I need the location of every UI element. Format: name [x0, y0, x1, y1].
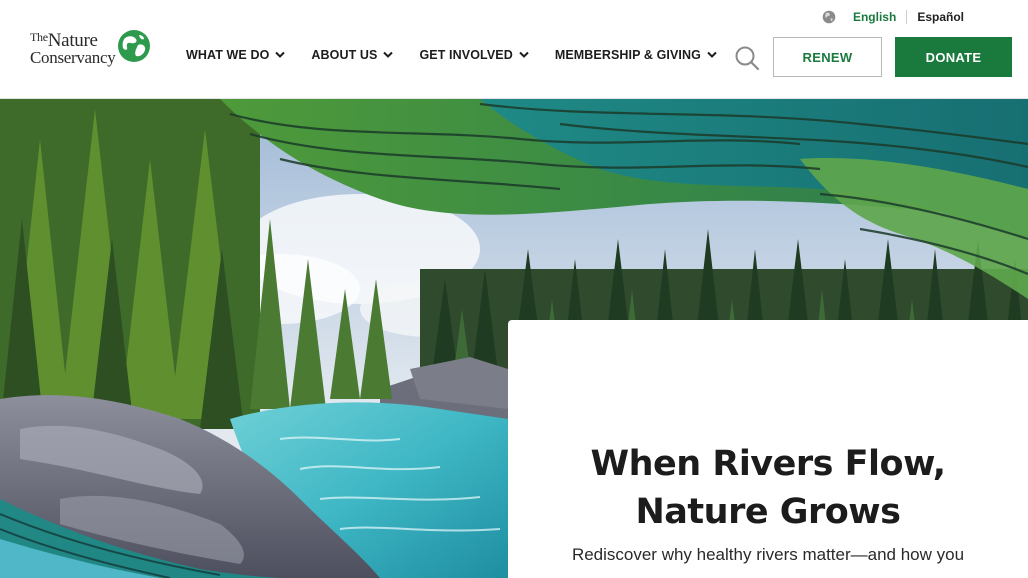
logo-wordmark: TheNature Conservancy [30, 29, 116, 67]
renew-button[interactable]: RENEW [773, 37, 882, 77]
site-header: TheNature Conservancy English Español WH… [0, 0, 1028, 99]
globe-logo-icon [118, 30, 151, 62]
chevron-down-icon [275, 51, 286, 58]
nav-item-about-us[interactable]: ABOUT US [311, 48, 394, 62]
nav-item-label: ABOUT US [311, 48, 378, 62]
hero-title: When Rivers Flow, Nature Grows [590, 444, 946, 532]
nav-item-what-we-do[interactable]: WHAT WE DO [186, 48, 286, 62]
search-icon[interactable] [734, 45, 760, 71]
hero-subtitle: Rediscover why healthy rivers matter—and… [571, 545, 965, 564]
logo[interactable]: TheNature Conservancy [30, 26, 170, 70]
nav-item-label: GET INVOLVED [419, 48, 513, 62]
nav-item-get-involved[interactable]: GET INVOLVED [419, 48, 529, 62]
language-english-link[interactable]: English [853, 10, 908, 24]
nav-item-label: MEMBERSHIP & GIVING [554, 48, 701, 62]
language-spanish-link[interactable]: Español [907, 10, 964, 24]
chevron-down-icon [519, 51, 529, 58]
hero-section: When Rivers Flow, Nature Grows Rediscove… [0, 99, 1028, 578]
main-nav: WHAT WE DO ABOUT US GET INVOLVED MEMBERS… [186, 48, 743, 62]
globe-icon [822, 10, 836, 24]
donate-button[interactable]: DONATE [895, 37, 1012, 77]
language-switcher: English Español [822, 8, 964, 26]
nav-item-membership-giving[interactable]: MEMBERSHIP & GIVING [555, 48, 717, 62]
nav-item-label: WHAT WE DO [186, 48, 270, 62]
chevron-down-icon [707, 51, 717, 58]
chevron-down-icon [383, 51, 394, 58]
hero-card: When Rivers Flow, Nature Grows Rediscove… [508, 320, 1028, 578]
